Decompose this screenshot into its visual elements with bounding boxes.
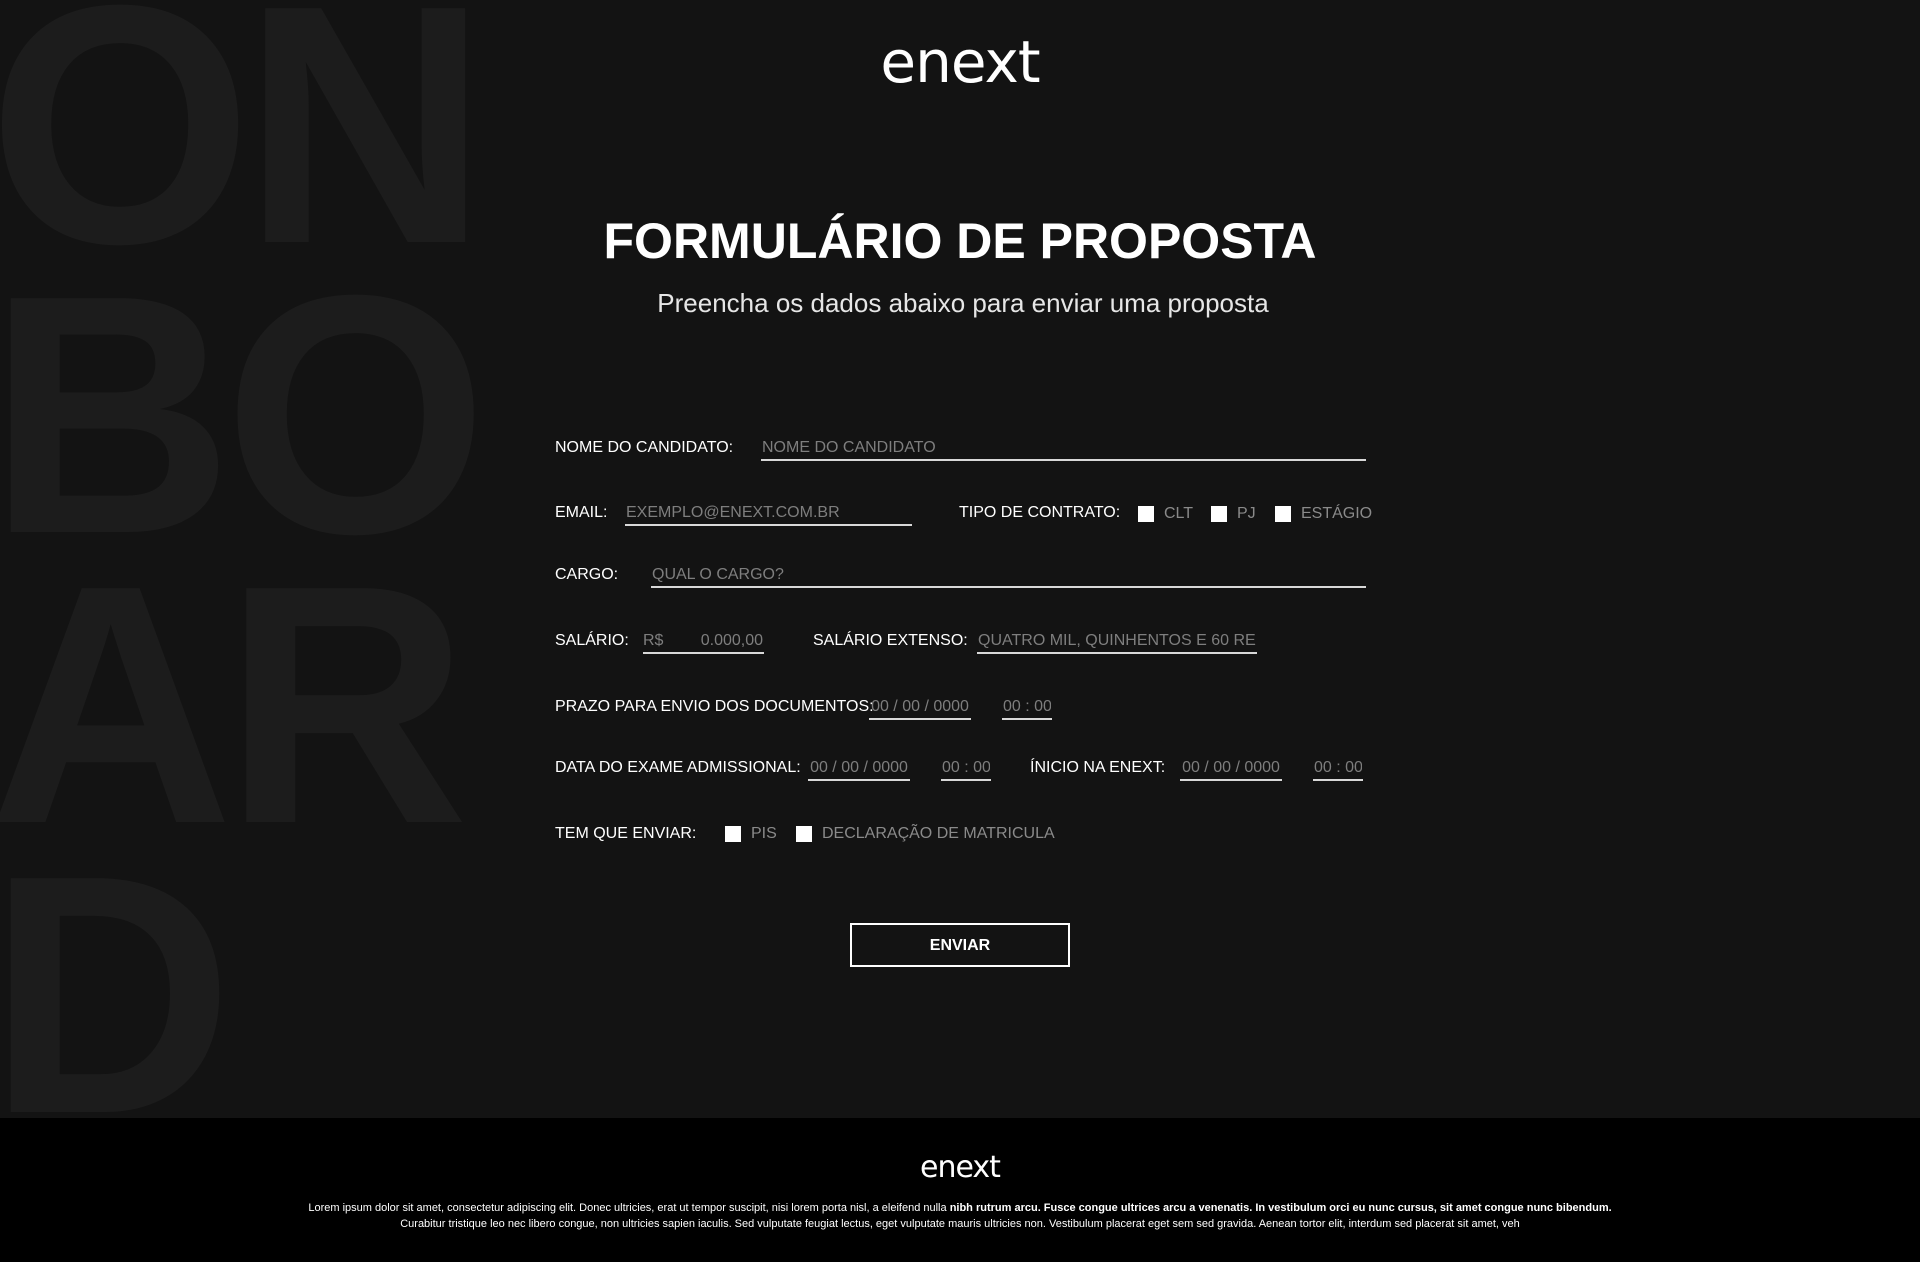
checkbox[interactable] bbox=[796, 826, 812, 842]
salary-written-label: SALÁRIO EXTENSO: bbox=[813, 632, 968, 649]
position-input[interactable] bbox=[651, 564, 1366, 586]
contract-option-pj[interactable]: PJ bbox=[1211, 505, 1256, 523]
contract-option-estagio[interactable]: ESTÁGIO bbox=[1275, 505, 1372, 523]
exam-date-input[interactable] bbox=[808, 757, 910, 779]
submit-button[interactable]: ENVIAR bbox=[850, 923, 1070, 967]
exam-time-input[interactable] bbox=[941, 757, 991, 779]
footer-text-normal: Lorem ipsum dolor sit amet, consectetur … bbox=[308, 1202, 950, 1214]
email-field bbox=[625, 502, 912, 526]
exam-date-field bbox=[808, 757, 910, 781]
salary-label: SALÁRIO: bbox=[555, 632, 629, 649]
start-date-field bbox=[1180, 757, 1282, 781]
exam-time-field bbox=[941, 757, 991, 781]
checkbox-label: PJ bbox=[1237, 505, 1256, 522]
documents-deadline-time-input[interactable] bbox=[1002, 696, 1052, 718]
contract-type-label: TIPO DE CONTRATO: bbox=[959, 504, 1121, 521]
checkbox[interactable] bbox=[1138, 506, 1154, 522]
start-date-label: ÍNICIO NA ENEXT: bbox=[1030, 759, 1166, 776]
background-word-line: AR bbox=[0, 515, 469, 895]
candidate-name-label: NOME DO CANDIDATO: bbox=[555, 439, 734, 456]
checkbox-label: ESTÁGIO bbox=[1301, 505, 1373, 522]
documents-deadline-label: PRAZO PARA ENVIO DOS DOCUMENTOS: bbox=[555, 698, 874, 715]
checkbox-label: DECLARAÇÃO DE MATRICULA bbox=[822, 825, 1055, 842]
start-time-input[interactable] bbox=[1313, 757, 1363, 779]
candidate-name-input[interactable] bbox=[761, 437, 1366, 459]
documents-deadline-date-field bbox=[869, 696, 971, 720]
currency-prefix: R$ bbox=[643, 632, 664, 649]
checkbox[interactable] bbox=[1211, 506, 1227, 522]
checkbox[interactable] bbox=[1275, 506, 1291, 522]
position-field bbox=[651, 564, 1366, 588]
footer-logo[interactable]: enext bbox=[0, 1150, 1920, 1185]
page-title: FORMULÁRIO DE PROPOSTA bbox=[603, 213, 1317, 269]
page-subtitle: Preencha os dados abaixo para enviar uma… bbox=[657, 288, 1269, 318]
documents-deadline-date-input[interactable] bbox=[869, 696, 971, 718]
checkbox-label: PIS bbox=[751, 825, 777, 842]
salary-written-field bbox=[977, 630, 1257, 654]
footer-text-line2: Curabitur tristique leo nec libero congu… bbox=[400, 1218, 1520, 1230]
must-send-label: TEM QUE ENVIAR: bbox=[555, 825, 697, 842]
must-send-option-declaracao[interactable]: DECLARAÇÃO DE MATRICULA bbox=[796, 825, 1055, 843]
start-time-field bbox=[1313, 757, 1363, 781]
checkbox[interactable] bbox=[725, 826, 741, 842]
exam-date-label: DATA DO EXAME ADMISSIONAL: bbox=[555, 759, 801, 776]
salary-written-input[interactable] bbox=[977, 630, 1257, 652]
footer-text: Lorem ipsum dolor sit amet, consectetur … bbox=[240, 1200, 1680, 1232]
must-send-option-pis[interactable]: PIS bbox=[725, 825, 777, 843]
start-date-input[interactable] bbox=[1180, 757, 1282, 779]
email-input[interactable] bbox=[625, 502, 912, 524]
salary-field: R$ bbox=[643, 630, 764, 654]
documents-deadline-time-field bbox=[1002, 696, 1052, 720]
brand-logo[interactable]: enext bbox=[0, 28, 1920, 96]
footer-text-bold: nibh rutrum arcu. Fusce congue ultrices … bbox=[949, 1202, 1612, 1214]
footer: enext Lorem ipsum dolor sit amet, consec… bbox=[0, 1118, 1920, 1262]
checkbox-label: CLT bbox=[1164, 505, 1194, 522]
email-label: EMAIL: bbox=[555, 504, 608, 521]
position-label: CARGO: bbox=[555, 566, 619, 583]
background-word-line: D bbox=[0, 805, 234, 1118]
main-section: ON BO AR D enext FORMULÁRIO DE PROPOSTA … bbox=[0, 0, 1920, 1118]
candidate-name-field bbox=[761, 437, 1366, 461]
page: ON BO AR D enext FORMULÁRIO DE PROPOSTA … bbox=[0, 0, 1920, 1262]
contract-option-clt[interactable]: CLT bbox=[1138, 505, 1193, 523]
